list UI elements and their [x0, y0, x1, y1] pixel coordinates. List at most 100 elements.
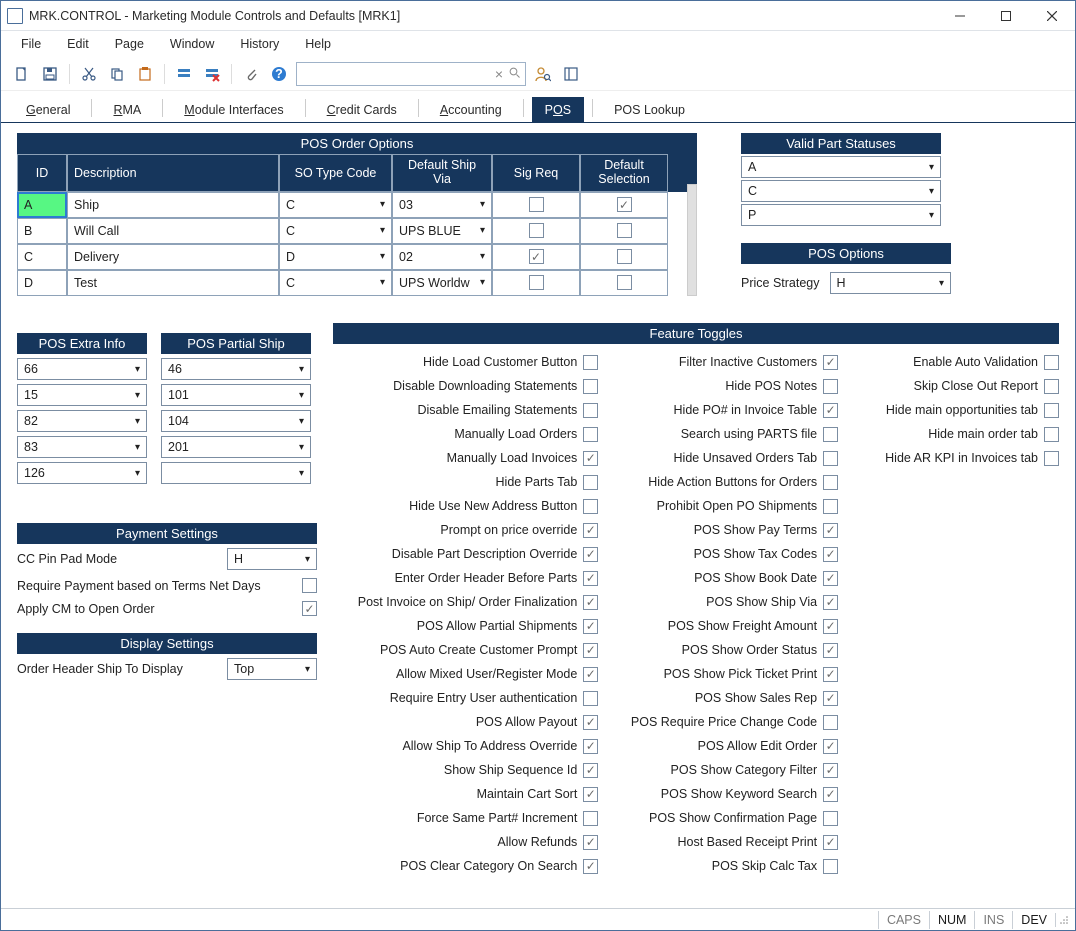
cell-sig-checkbox[interactable]: [492, 244, 580, 270]
feature-checkbox[interactable]: [823, 643, 838, 658]
feature-checkbox[interactable]: [583, 451, 598, 466]
tab-pos[interactable]: POS: [532, 97, 584, 122]
feature-checkbox[interactable]: [823, 355, 838, 370]
feature-checkbox[interactable]: [823, 667, 838, 682]
attach-icon[interactable]: [240, 63, 262, 85]
cell-so-select[interactable]: D▾: [279, 244, 392, 270]
feature-checkbox[interactable]: [583, 475, 598, 490]
cell-desc[interactable]: Ship: [67, 192, 279, 218]
menu-help[interactable]: Help: [295, 34, 341, 54]
vps-select[interactable]: A▾: [741, 156, 941, 178]
feature-checkbox[interactable]: [583, 523, 598, 538]
partial-ship-select[interactable]: 104▾: [161, 410, 311, 432]
cell-def-checkbox[interactable]: [580, 218, 668, 244]
feature-checkbox[interactable]: [1044, 451, 1059, 466]
close-button[interactable]: [1029, 1, 1075, 31]
feature-checkbox[interactable]: [583, 595, 598, 610]
feature-checkbox[interactable]: [1044, 355, 1059, 370]
clear-search-icon[interactable]: ×: [495, 67, 503, 81]
layout-icon[interactable]: [560, 63, 582, 85]
feature-checkbox[interactable]: [583, 811, 598, 826]
cell-ship-select[interactable]: UPS Worldw▾: [392, 270, 492, 296]
search-input[interactable]: [301, 67, 489, 81]
feature-checkbox[interactable]: [583, 763, 598, 778]
paste-icon[interactable]: [134, 63, 156, 85]
menu-edit[interactable]: Edit: [57, 34, 99, 54]
feature-checkbox[interactable]: [823, 451, 838, 466]
copy-icon[interactable]: [106, 63, 128, 85]
feature-checkbox[interactable]: [823, 835, 838, 850]
feature-checkbox[interactable]: [583, 355, 598, 370]
feature-checkbox[interactable]: [583, 835, 598, 850]
feature-checkbox[interactable]: [1044, 379, 1059, 394]
feature-checkbox[interactable]: [583, 547, 598, 562]
tab-pos-lookup[interactable]: POS Lookup: [601, 97, 698, 122]
cell-so-select[interactable]: C▾: [279, 218, 392, 244]
cell-so-select[interactable]: C▾: [279, 192, 392, 218]
cell-def-checkbox[interactable]: [580, 192, 668, 218]
feature-checkbox[interactable]: [583, 427, 598, 442]
feature-checkbox[interactable]: [823, 787, 838, 802]
feature-checkbox[interactable]: [823, 811, 838, 826]
feature-checkbox[interactable]: [823, 763, 838, 778]
feature-checkbox[interactable]: [583, 403, 598, 418]
feature-checkbox[interactable]: [823, 571, 838, 586]
feature-checkbox[interactable]: [823, 547, 838, 562]
minimize-button[interactable]: [937, 1, 983, 31]
vps-select[interactable]: P▾: [741, 204, 941, 226]
extra-info-select[interactable]: 66▾: [17, 358, 147, 380]
search-box[interactable]: ×: [296, 62, 526, 86]
feature-checkbox[interactable]: [583, 787, 598, 802]
feature-checkbox[interactable]: [823, 403, 838, 418]
order-header-ship-select[interactable]: Top▾: [227, 658, 317, 680]
tab-module-interfaces[interactable]: Module Interfaces: [171, 97, 296, 122]
save-icon[interactable]: [39, 63, 61, 85]
cell-desc[interactable]: Delivery: [67, 244, 279, 270]
feature-checkbox[interactable]: [583, 739, 598, 754]
require-payment-checkbox[interactable]: [302, 578, 317, 593]
partial-ship-select[interactable]: 46▾: [161, 358, 311, 380]
feature-checkbox[interactable]: [823, 523, 838, 538]
new-icon[interactable]: [11, 63, 33, 85]
feature-checkbox[interactable]: [583, 643, 598, 658]
tab-credit-cards[interactable]: Credit Cards: [314, 97, 410, 122]
extra-info-select[interactable]: 126▾: [17, 462, 147, 484]
partial-ship-select[interactable]: 201▾: [161, 436, 311, 458]
user-search-icon[interactable]: [532, 63, 554, 85]
feature-checkbox[interactable]: [823, 499, 838, 514]
cell-sig-checkbox[interactable]: [492, 218, 580, 244]
feature-checkbox[interactable]: [1044, 427, 1059, 442]
cell-ship-select[interactable]: 02▾: [392, 244, 492, 270]
partial-ship-select[interactable]: ▾: [161, 462, 311, 484]
extra-info-select[interactable]: 82▾: [17, 410, 147, 432]
help-icon[interactable]: ?: [268, 63, 290, 85]
feature-checkbox[interactable]: [583, 571, 598, 586]
menu-file[interactable]: File: [11, 34, 51, 54]
feature-checkbox[interactable]: [823, 619, 838, 634]
feature-checkbox[interactable]: [823, 427, 838, 442]
feature-checkbox[interactable]: [823, 475, 838, 490]
cell-desc[interactable]: Will Call: [67, 218, 279, 244]
cell-ship-select[interactable]: UPS BLUE▾: [392, 218, 492, 244]
cell-sig-checkbox[interactable]: [492, 192, 580, 218]
price-strategy-select[interactable]: H▾: [830, 272, 951, 294]
cell-id[interactable]: C: [17, 244, 67, 270]
feature-checkbox[interactable]: [823, 595, 838, 610]
feature-checkbox[interactable]: [823, 859, 838, 874]
vertical-scrollbar[interactable]: [687, 184, 697, 296]
extra-info-select[interactable]: 83▾: [17, 436, 147, 458]
tab-general[interactable]: General: [13, 97, 83, 122]
feature-checkbox[interactable]: [823, 691, 838, 706]
cell-def-checkbox[interactable]: [580, 244, 668, 270]
feature-checkbox[interactable]: [583, 691, 598, 706]
delete-row-icon[interactable]: [201, 63, 223, 85]
feature-checkbox[interactable]: [823, 715, 838, 730]
maximize-button[interactable]: [983, 1, 1029, 31]
feature-checkbox[interactable]: [583, 859, 598, 874]
cell-so-select[interactable]: C▾: [279, 270, 392, 296]
insert-row-icon[interactable]: [173, 63, 195, 85]
feature-checkbox[interactable]: [583, 715, 598, 730]
feature-checkbox[interactable]: [583, 619, 598, 634]
apply-cm-checkbox[interactable]: [302, 601, 317, 616]
cell-ship-select[interactable]: 03▾: [392, 192, 492, 218]
